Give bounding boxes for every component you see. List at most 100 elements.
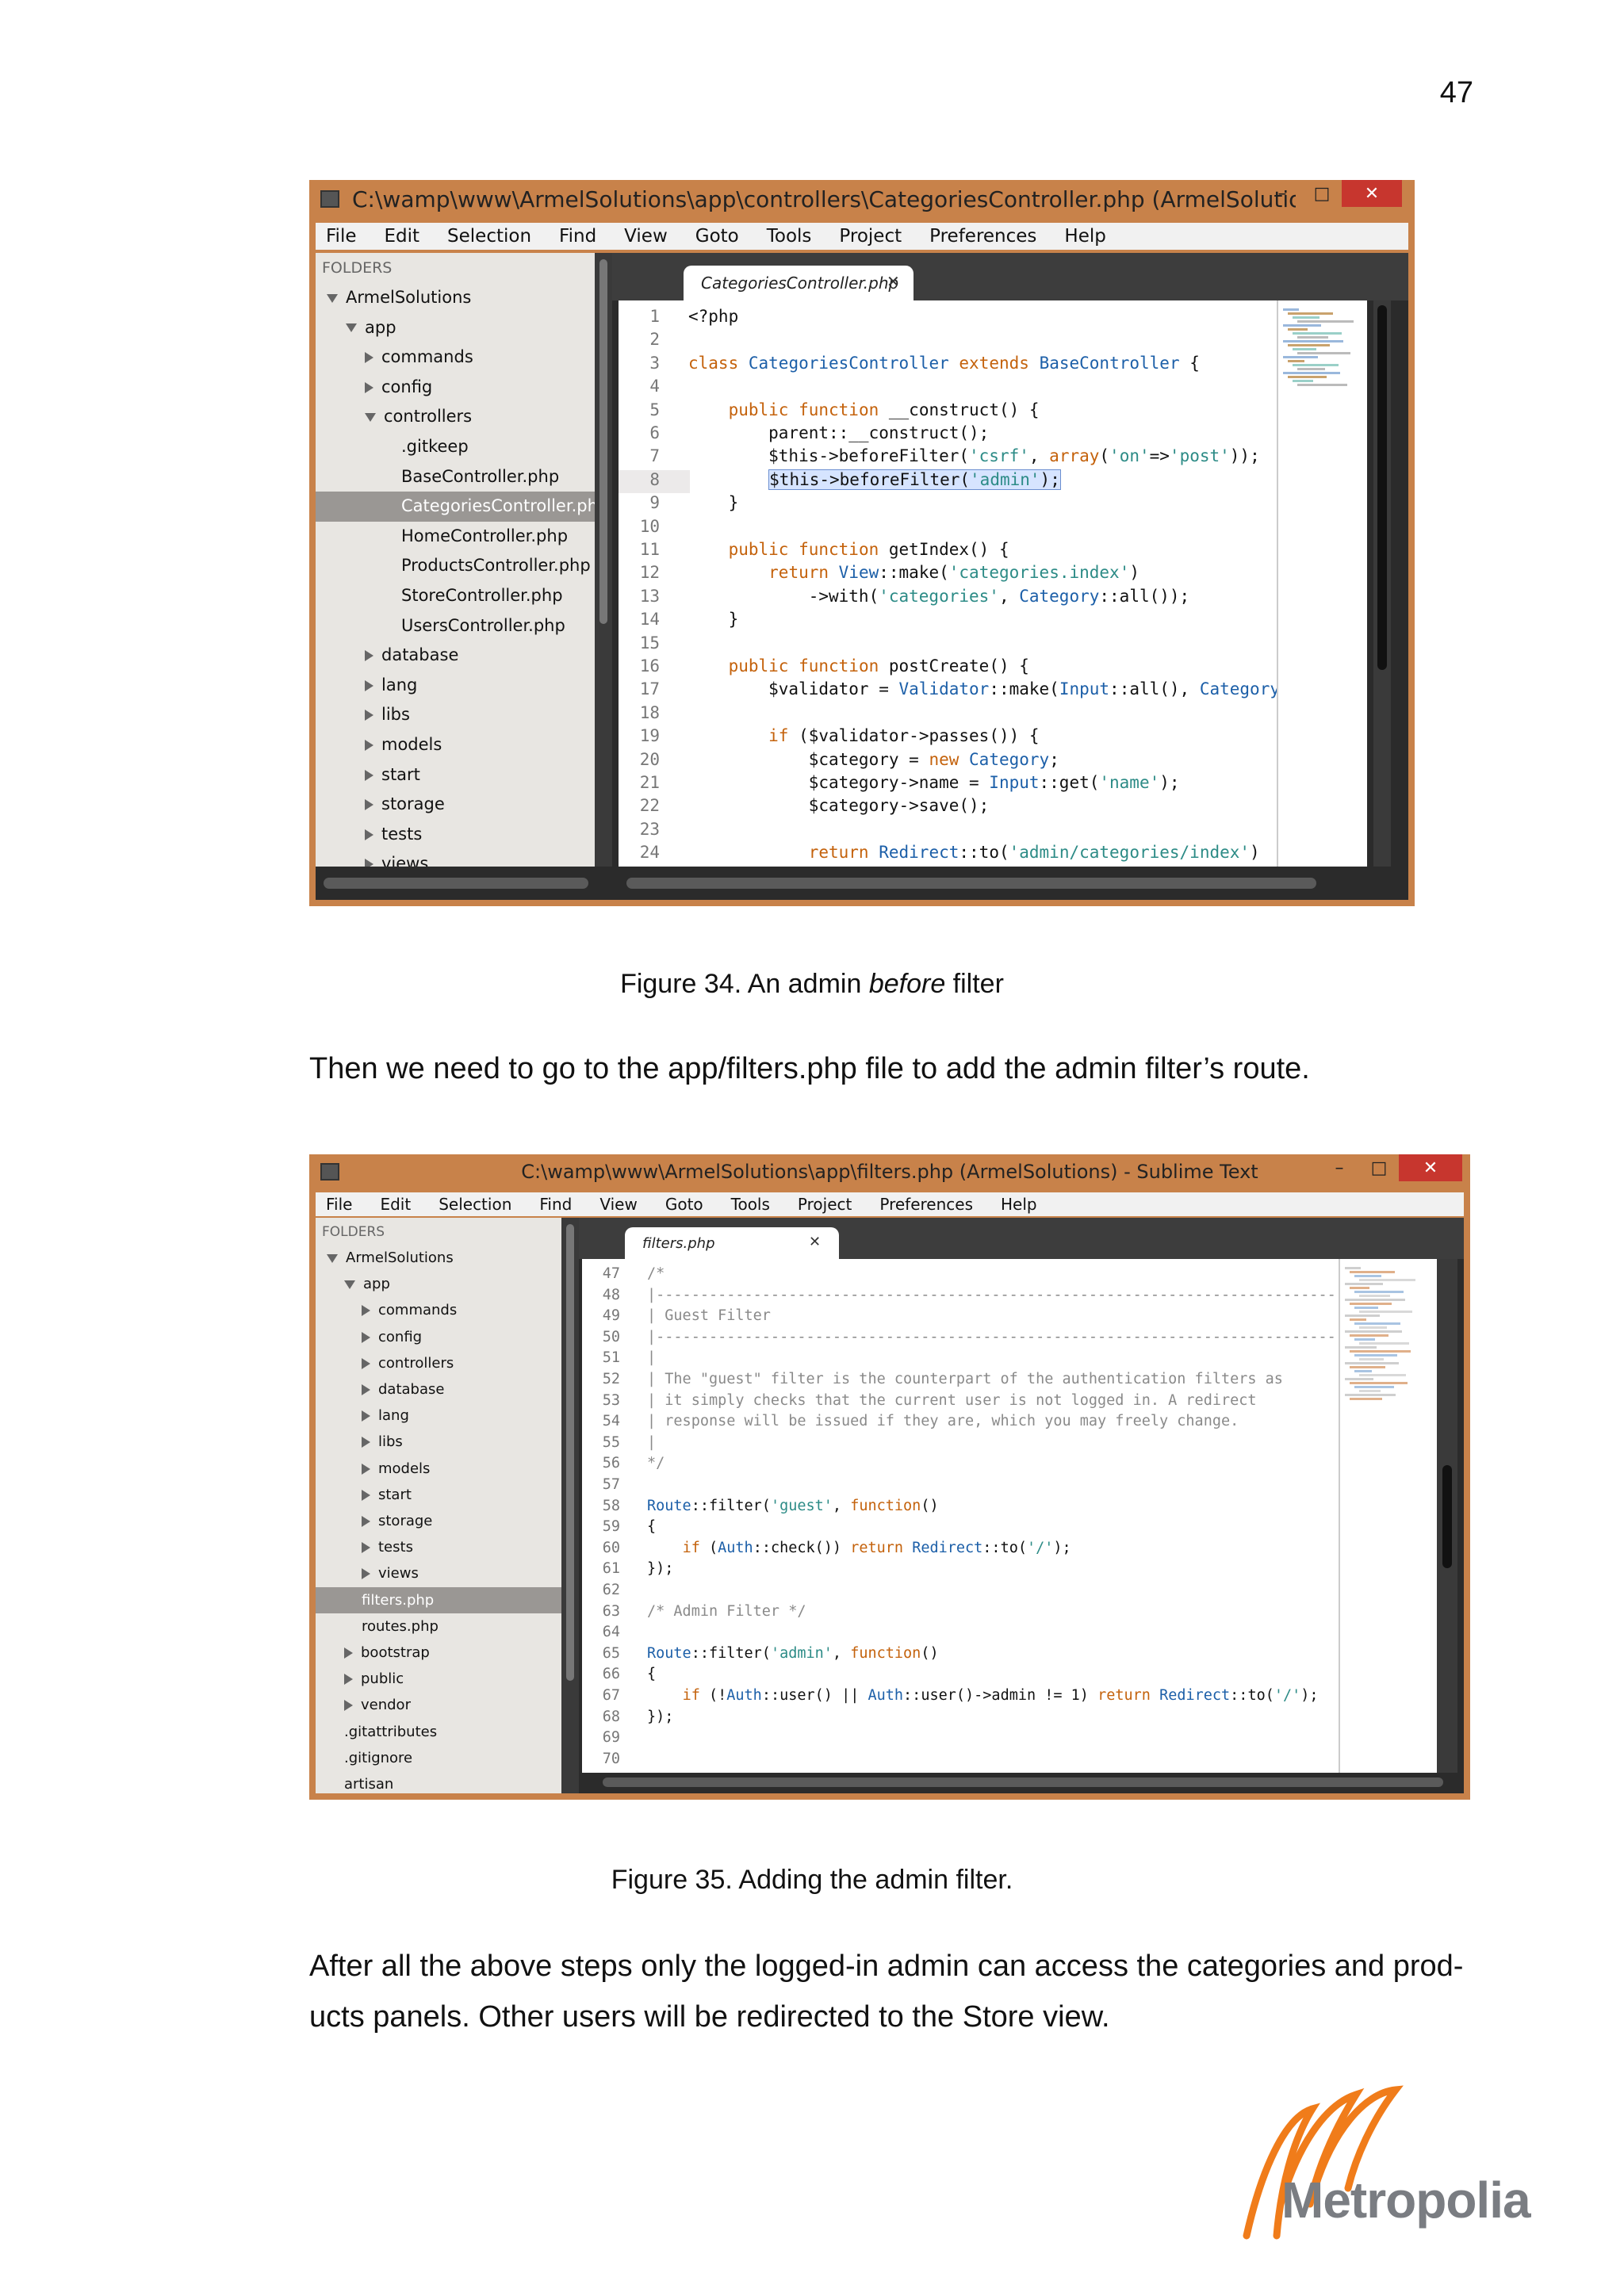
- folder-collapsed-icon[interactable]: [362, 1516, 370, 1527]
- folder-collapsed-icon[interactable]: [365, 740, 373, 751]
- menu-item-help[interactable]: Help: [1064, 226, 1105, 247]
- menu-item-project[interactable]: Project: [798, 1195, 852, 1214]
- folder-collapsed-icon[interactable]: [362, 1489, 370, 1501]
- sidebar-item[interactable]: filters.php: [316, 1586, 561, 1613]
- folder-collapsed-icon[interactable]: [365, 828, 373, 840]
- folder-collapsed-icon[interactable]: [362, 1410, 370, 1422]
- horizontal-scrollbar[interactable]: [579, 1773, 1464, 1793]
- sidebar-item[interactable]: config: [316, 1324, 561, 1350]
- sidebar-item[interactable]: database: [316, 1376, 561, 1402]
- sidebar-item[interactable]: StoreController.php: [316, 581, 595, 611]
- sidebar-item[interactable]: models: [316, 730, 595, 760]
- folder-collapsed-icon[interactable]: [362, 1384, 370, 1395]
- sidebar-item[interactable]: routes.php: [316, 1613, 561, 1640]
- menu-item-selection[interactable]: Selection: [439, 1195, 511, 1214]
- folder-collapsed-icon[interactable]: [365, 650, 373, 662]
- editor-vertical-scrollbar[interactable]: [1373, 300, 1391, 867]
- menu-item-file[interactable]: File: [326, 226, 357, 247]
- sidebar-item[interactable]: tests: [316, 820, 595, 850]
- sidebar-scrollbar[interactable]: [595, 253, 612, 900]
- sidebar-scroll-thumb[interactable]: [566, 1224, 574, 1681]
- sidebar-item[interactable]: libs: [316, 700, 595, 730]
- editor-hscroll-thumb[interactable]: [603, 1777, 1443, 1787]
- sidebar-item[interactable]: commands: [316, 342, 595, 373]
- sidebar-item[interactable]: database: [316, 641, 595, 671]
- tab-close-icon[interactable]: ✕: [809, 1234, 821, 1250]
- folder-collapsed-icon[interactable]: [365, 352, 373, 364]
- sidebar-item[interactable]: HomeController.php: [316, 522, 595, 552]
- sidebar-item[interactable]: storage: [316, 790, 595, 820]
- sidebar-item[interactable]: public: [316, 1666, 561, 1692]
- folder-collapsed-icon[interactable]: [365, 679, 373, 691]
- sidebar-item[interactable]: lang: [316, 671, 595, 701]
- sidebar-item[interactable]: vendor: [316, 1692, 561, 1718]
- minimize-button[interactable]: –: [1262, 180, 1302, 207]
- menu-item-find[interactable]: Find: [539, 1195, 572, 1214]
- sidebar-item[interactable]: models: [316, 1456, 561, 1482]
- sidebar-item[interactable]: tests: [316, 1534, 561, 1560]
- folder-collapsed-icon[interactable]: [344, 1674, 353, 1686]
- folder-collapsed-icon[interactable]: [344, 1647, 353, 1659]
- folder-collapsed-icon[interactable]: [365, 710, 373, 721]
- close-button[interactable]: ✕: [1399, 1154, 1462, 1181]
- minimize-button[interactable]: –: [1320, 1154, 1359, 1181]
- folder-expanded-icon[interactable]: [327, 293, 338, 303]
- folder-collapsed-icon[interactable]: [365, 769, 373, 781]
- sidebar-item[interactable]: .gitattributes: [316, 1719, 561, 1745]
- folder-expanded-icon[interactable]: [327, 1253, 338, 1263]
- sidebar-item[interactable]: config: [316, 373, 595, 403]
- folder-collapsed-icon[interactable]: [362, 1568, 370, 1580]
- sidebar-item[interactable]: libs: [316, 1429, 561, 1455]
- minimap[interactable]: [1277, 300, 1367, 867]
- sidebar-item[interactable]: .gitignore: [316, 1745, 561, 1771]
- sidebar-item[interactable]: ArmelSolutions: [316, 1245, 561, 1271]
- menu-item-goto[interactable]: Goto: [665, 1195, 703, 1214]
- menu-item-tools[interactable]: Tools: [767, 226, 812, 247]
- folder-expanded-icon[interactable]: [365, 412, 376, 422]
- folder-collapsed-icon[interactable]: [362, 1463, 370, 1475]
- menu-item-goto[interactable]: Goto: [695, 226, 739, 247]
- sidebar-item[interactable]: UsersController.php: [316, 611, 595, 641]
- folder-collapsed-icon[interactable]: [362, 1305, 370, 1317]
- sidebar-item[interactable]: controllers: [316, 402, 595, 432]
- sidebar-item[interactable]: commands: [316, 1297, 561, 1323]
- editor-scroll-thumb[interactable]: [1377, 305, 1387, 670]
- sidebar-item[interactable]: views: [316, 1560, 561, 1586]
- sidebar-item[interactable]: storage: [316, 1508, 561, 1534]
- editor-vertical-scrollbar[interactable]: [1437, 1259, 1457, 1773]
- sidebar-item[interactable]: CategoriesController.php: [316, 492, 595, 522]
- sidebar-item[interactable]: app: [316, 1271, 561, 1297]
- minimap[interactable]: [1339, 1259, 1437, 1773]
- menu-item-preferences[interactable]: Preferences: [929, 226, 1036, 247]
- tab-close-icon[interactable]: ✕: [887, 272, 900, 291]
- folder-collapsed-icon[interactable]: [362, 1331, 370, 1343]
- folder-expanded-icon[interactable]: [344, 1280, 355, 1289]
- sidebar-item[interactable]: start: [316, 1482, 561, 1508]
- code-editor[interactable]: 47 48 49 50 51 52 53 54 55 56 57 58 59 60 61 62 63 64 65 66…: [582, 1259, 1437, 1773]
- maximize-button[interactable]: □: [1359, 1154, 1399, 1181]
- folder-collapsed-icon[interactable]: [344, 1700, 353, 1712]
- sidebar-item[interactable]: controllers: [316, 1350, 561, 1376]
- folder-collapsed-icon[interactable]: [362, 1437, 370, 1448]
- folder-collapsed-icon[interactable]: [365, 799, 373, 811]
- tab-categories-controller[interactable]: CategoriesController.php ✕: [684, 266, 914, 300]
- sidebar-item[interactable]: start: [316, 760, 595, 790]
- menu-item-project[interactable]: Project: [839, 226, 902, 247]
- sidebar-item[interactable]: artisan: [316, 1771, 561, 1793]
- folder-collapsed-icon[interactable]: [362, 1542, 370, 1554]
- sidebar-item[interactable]: BaseController.php: [316, 462, 595, 492]
- editor-hscroll-thumb[interactable]: [626, 878, 1316, 889]
- menu-item-find[interactable]: Find: [559, 226, 596, 247]
- sidebar-item[interactable]: ArmelSolutions: [316, 283, 595, 313]
- sidebar-item[interactable]: app: [316, 313, 595, 343]
- close-button[interactable]: ✕: [1342, 180, 1402, 207]
- sidebar-item[interactable]: bootstrap: [316, 1640, 561, 1666]
- menu-item-view[interactable]: View: [624, 226, 668, 247]
- maximize-button[interactable]: □: [1302, 180, 1342, 207]
- menu-item-tools[interactable]: Tools: [731, 1195, 770, 1214]
- menu-item-help[interactable]: Help: [1001, 1195, 1037, 1214]
- horizontal-scrollbar[interactable]: [316, 867, 1408, 900]
- menu-item-file[interactable]: File: [326, 1195, 352, 1214]
- menu-item-selection[interactable]: Selection: [447, 226, 531, 247]
- sidebar-scrollbar[interactable]: [561, 1218, 579, 1793]
